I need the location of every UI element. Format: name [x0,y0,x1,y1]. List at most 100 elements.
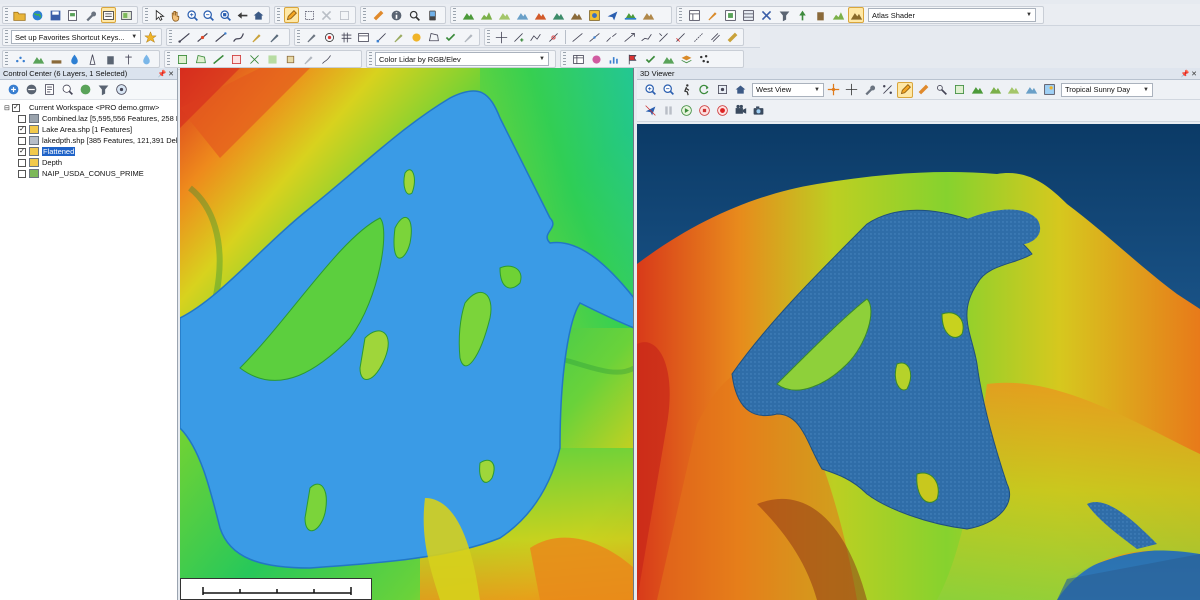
metadata-icon[interactable] [41,82,57,98]
lidar-delete-icon[interactable] [228,51,244,67]
lidar-select-line-icon[interactable] [210,51,226,67]
gps-icon[interactable] [424,7,440,23]
zoom-out-icon[interactable] [660,82,676,98]
lidar-drop-icon[interactable] [138,51,154,67]
line-split-icon[interactable] [194,29,210,45]
line-tool-icon[interactable] [570,29,585,45]
grid-edit-icon[interactable] [339,29,354,45]
lidar-brush-icon[interactable] [704,7,720,23]
toolbar-grip[interactable] [297,30,300,44]
zoom-to-layer-icon[interactable] [59,82,75,98]
erase-edit-icon[interactable] [461,29,476,45]
layer-row[interactable]: NAIP_USDA_CONUS_PRIME [4,168,177,179]
contour-icon[interactable] [532,7,548,23]
lidar-display-table-icon[interactable] [570,51,586,67]
lidar-table-icon[interactable] [740,7,756,23]
toolbar-grip[interactable] [277,8,280,22]
lidar-display-color-icon[interactable] [588,51,604,67]
attribute-icon[interactable] [408,29,423,45]
toolbar-grip[interactable] [169,30,172,44]
lidar-crop-icon[interactable] [264,51,280,67]
draw-pen-icon[interactable] [304,29,319,45]
shader-select[interactable]: Atlas Shader ▼ [868,8,1036,22]
lidar-classify-icon[interactable] [758,7,774,23]
lidar-surface-icon[interactable] [30,51,46,67]
digitizer-pencil-icon[interactable] [283,7,300,23]
home-icon[interactable] [732,82,748,98]
measure-ruler-icon[interactable] [915,82,931,98]
layer-checkbox[interactable] [18,169,26,178]
lidar-paint-icon[interactable] [300,51,316,67]
home-icon[interactable] [251,7,266,23]
zoom-extents-icon[interactable] [218,7,233,23]
star-icon[interactable] [142,29,158,45]
line-edit-icon[interactable] [176,29,192,45]
workspace-checkbox[interactable]: ✓ [12,103,20,112]
offset-line-icon[interactable] [708,29,723,45]
open-folder-icon[interactable] [12,7,28,23]
lidar-profile-icon[interactable] [830,7,846,23]
layout-icon[interactable] [686,7,702,23]
vertical-exaggeration-icon[interactable] [879,82,895,98]
reverse-line-icon[interactable] [621,29,636,45]
wrench-icon[interactable] [83,7,99,23]
terrain-map-2d[interactable] [180,68,634,600]
lidar-display-scatter-icon[interactable] [696,51,712,67]
split-line-icon[interactable] [604,29,619,45]
video-camera-icon[interactable] [732,103,748,119]
lidar-display-layers-icon[interactable] [678,51,694,67]
lidar-ground-icon[interactable] [48,51,64,67]
lidar-thin-icon[interactable] [282,51,298,67]
move-vertex-icon[interactable] [494,29,509,45]
snap-icon[interactable] [546,29,561,45]
view-shed-icon[interactable] [496,7,512,23]
lidar-select-icon[interactable] [174,51,190,67]
viewer-3d-scene[interactable] [637,124,1200,600]
target-icon[interactable] [321,29,336,45]
layer-globe-icon[interactable] [77,82,93,98]
compass-icon[interactable] [825,82,841,98]
line-pen-icon[interactable] [266,29,282,45]
line-join-icon[interactable] [212,29,228,45]
toolbar-grip[interactable] [363,8,366,22]
layer-checkbox[interactable] [18,136,26,145]
flood-icon[interactable] [622,7,638,23]
pause-icon[interactable] [660,103,676,119]
ruler-edit-icon[interactable] [725,29,740,45]
layer-checkbox[interactable]: ✓ [18,125,26,134]
lidar-breakline-icon[interactable] [318,51,334,67]
lidar-cut-icon[interactable] [246,51,262,67]
watershed-icon[interactable] [550,7,566,23]
toolbar-grip[interactable] [145,8,148,22]
combine-terrain-icon[interactable] [568,7,584,23]
disable-animation-icon[interactable] [642,103,658,119]
lidar-select-poly-icon[interactable] [192,51,208,67]
layer-row[interactable]: Combined.laz [5,595,556 Features, 258 Le [4,113,177,124]
toolbar-grip[interactable] [369,52,372,66]
walk-icon[interactable] [678,82,694,98]
check-edit-icon[interactable] [443,29,458,45]
favorites-select[interactable]: Set up Favorites Shortcut Keys... ▼ [10,30,142,44]
pointer-icon[interactable] [152,7,167,23]
refresh-icon[interactable] [696,82,712,98]
select-box-icon[interactable] [301,7,317,23]
lidar-grid-icon[interactable] [722,7,738,23]
sky-icon[interactable] [1041,82,1057,98]
terrain-analysis-icon[interactable] [460,7,476,23]
lidar-building-icon[interactable] [812,7,828,23]
terrain-paint-icon[interactable] [640,7,656,23]
lidar-display-flag-icon[interactable] [624,51,640,67]
zoom-in-icon[interactable] [185,7,200,23]
simplify-line-icon[interactable] [639,29,654,45]
polygon-icon[interactable] [426,29,441,45]
print-icon[interactable] [65,7,81,23]
delete-x-icon[interactable] [319,7,335,23]
search-icon[interactable] [406,7,422,23]
toolbar-grip[interactable] [5,30,8,44]
zoom-out-icon[interactable] [202,7,217,23]
terrain-shade-icon[interactable] [1005,82,1021,98]
lidar-tree-icon[interactable] [794,7,810,23]
layer-row[interactable]: ✓ Lake Area.shp [1 Features] [4,124,177,135]
workspace-row[interactable]: ⊟ ✓ Current Workspace <PRO demo.gmw> [4,102,177,113]
add-vertex-icon[interactable] [511,29,526,45]
